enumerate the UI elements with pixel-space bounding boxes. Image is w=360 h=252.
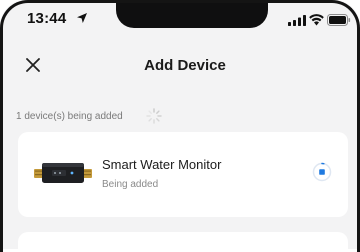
device-status: Being added — [102, 179, 159, 190]
notch — [116, 0, 268, 28]
battery-icon — [327, 14, 351, 26]
cellular-signal-icon — [288, 15, 306, 26]
loading-spinner-icon — [146, 108, 162, 124]
device-name: Smart Water Monitor — [102, 157, 222, 172]
stop-icon — [319, 169, 325, 175]
water-monitor-device-image — [34, 163, 92, 183]
wifi-icon — [309, 14, 324, 26]
device-card: Smart Water Monitor Being added — [18, 132, 348, 217]
phone-screen: 13:44 Add Device 1 device(s) being added — [0, 0, 360, 249]
next-device-card — [18, 232, 348, 249]
status-bar: 13:44 — [0, 0, 360, 40]
status-time: 13:44 — [27, 10, 67, 27]
stop-adding-button[interactable] — [312, 162, 332, 182]
location-arrow-icon — [77, 13, 87, 23]
page-title: Add Device — [144, 57, 226, 74]
adding-progress-label: 1 device(s) being added — [16, 111, 123, 122]
